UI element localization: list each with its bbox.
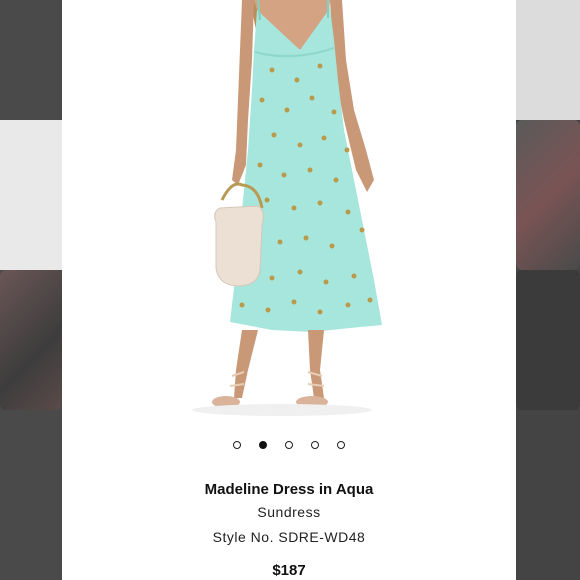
dress-photo-illustration	[192, 0, 382, 416]
carousel-dot[interactable]	[285, 441, 293, 449]
product-price: $187	[272, 562, 306, 579]
background-left-content	[0, 0, 62, 580]
background-knit-image	[516, 270, 580, 410]
carousel-dot[interactable]	[233, 441, 241, 449]
product-title: Madeline Dress in Aqua	[204, 481, 374, 498]
product-style-number: Style No. SDRE-WD48	[212, 529, 366, 545]
product-card: Madeline Dress in Aqua Sundress Style No…	[62, 0, 516, 580]
product-category: Sundress	[257, 504, 321, 520]
carousel-dot[interactable]	[259, 441, 267, 449]
background-right-content	[516, 0, 580, 580]
carousel-indicators	[62, 441, 516, 455]
background-email-snippet	[0, 120, 62, 270]
background-knit-image	[516, 120, 580, 270]
background-knit-image	[0, 270, 62, 410]
background-email-snippet	[516, 0, 580, 120]
carousel-dot[interactable]	[311, 441, 319, 449]
carousel-dot[interactable]	[337, 441, 345, 449]
product-photo[interactable]	[62, 0, 516, 430]
